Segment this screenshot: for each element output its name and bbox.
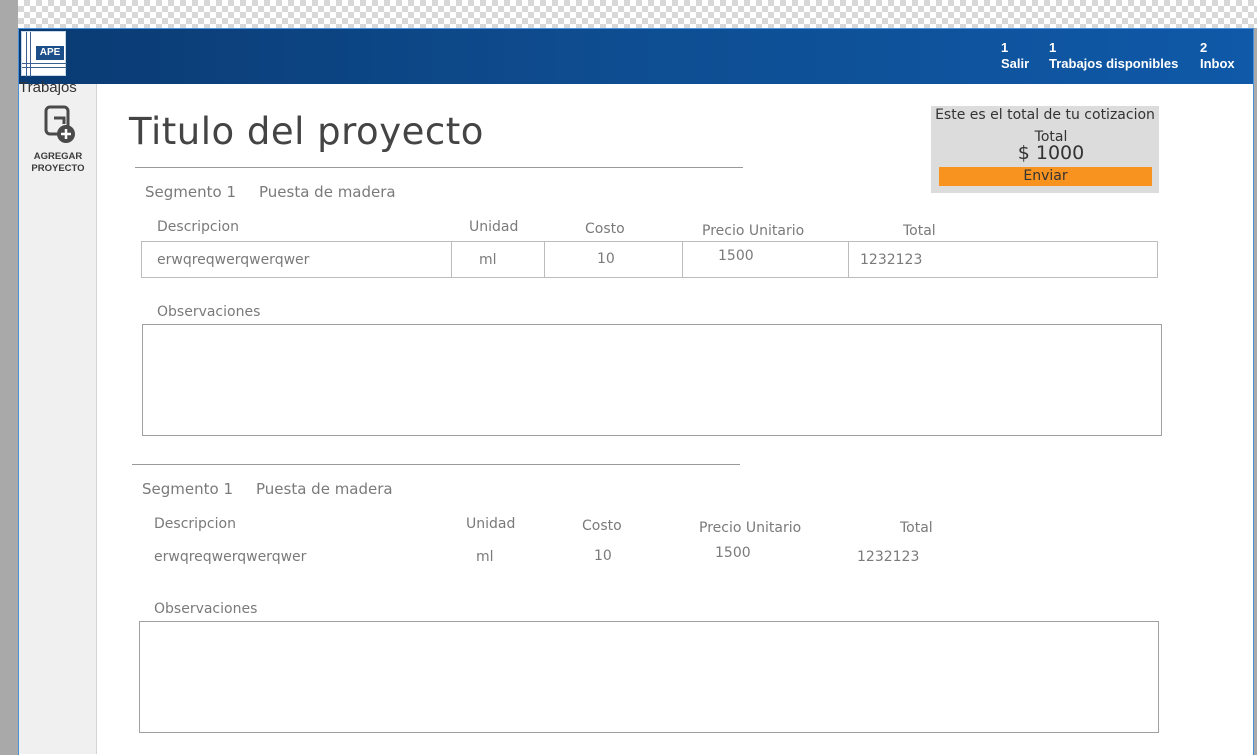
column-header-total: Total [900, 520, 933, 536]
logo-text: APE [36, 46, 64, 60]
column-header-costo: Costo [582, 518, 622, 534]
cell-total[interactable]: 1232123 [860, 252, 922, 268]
add-document-icon [44, 105, 75, 143]
segment-name: Puesta de madera [259, 183, 396, 201]
nav-inbox[interactable]: 2 Inbox [1200, 40, 1235, 73]
trabajos-count-badge: 1 [1049, 40, 1057, 55]
trabajos-disponibles-label: Trabajos disponibles [1049, 56, 1179, 71]
title-divider [135, 167, 743, 168]
column-header-precio-unitario: Precio Unitario [699, 520, 802, 536]
enviar-button[interactable]: Enviar [939, 167, 1152, 186]
segment-divider [132, 464, 740, 465]
segment-number: Segmento 1 [145, 183, 236, 201]
observations-textarea[interactable] [142, 324, 1162, 436]
add-project-label-line2: PROYECTO [31, 163, 85, 174]
transparency-backdrop [18, 0, 1257, 28]
salir-label: Salir [1001, 56, 1030, 71]
total-amount: $ 1000 [1017, 142, 1085, 164]
column-header-precio-unitario: Precio Unitario [702, 223, 805, 239]
cell-unidad[interactable]: ml [476, 549, 494, 565]
column-header-total: Total [903, 223, 936, 239]
cell-costo[interactable]: 10 [597, 251, 615, 267]
sidebar [19, 84, 97, 754]
cell-descripcion[interactable]: erwqreqwerqwerqwer [154, 549, 306, 565]
column-header-descripcion: Descripcion [157, 219, 239, 235]
observations-textarea[interactable] [139, 621, 1159, 733]
segment-name: Puesta de madera [256, 480, 393, 498]
column-header-costo: Costo [585, 221, 625, 237]
column-header-descripcion: Descripcion [154, 516, 236, 532]
nav-salir[interactable]: 1 Salir [1001, 40, 1029, 73]
add-project-button[interactable]: AGREGAR PROYECTO [26, 104, 90, 184]
cell-total[interactable]: 1232123 [857, 549, 919, 565]
nav-trabajos-disponibles[interactable]: 1 Trabajos disponibles [1049, 40, 1178, 73]
ape-logo[interactable]: APE [21, 31, 67, 77]
column-header-unidad: Unidad [469, 219, 519, 235]
cell-costo[interactable]: 10 [594, 548, 612, 564]
sidebar-section-label: Trabajos [19, 79, 77, 96]
page-title: Titulo del proyecto [129, 110, 484, 153]
segment-number: Segmento 1 [142, 480, 233, 498]
cell-descripcion[interactable]: erwqreqwerqwerqwer [157, 252, 309, 268]
quote-total-heading: Este es el total de tu cotizacion [935, 107, 1155, 123]
cell-precio-unitario[interactable]: 1500 [715, 545, 751, 561]
column-header-unidad: Unidad [466, 516, 516, 532]
cell-unidad[interactable]: ml [479, 252, 497, 268]
add-project-label-line1: AGREGAR [33, 151, 83, 162]
inbox-label: Inbox [1200, 56, 1235, 71]
inbox-count-badge: 2 [1200, 40, 1208, 55]
cell-precio-unitario[interactable]: 1500 [718, 248, 754, 264]
observations-label: Observaciones [154, 601, 258, 617]
salir-count-badge: 1 [1001, 40, 1009, 55]
observations-label: Observaciones [157, 304, 261, 320]
